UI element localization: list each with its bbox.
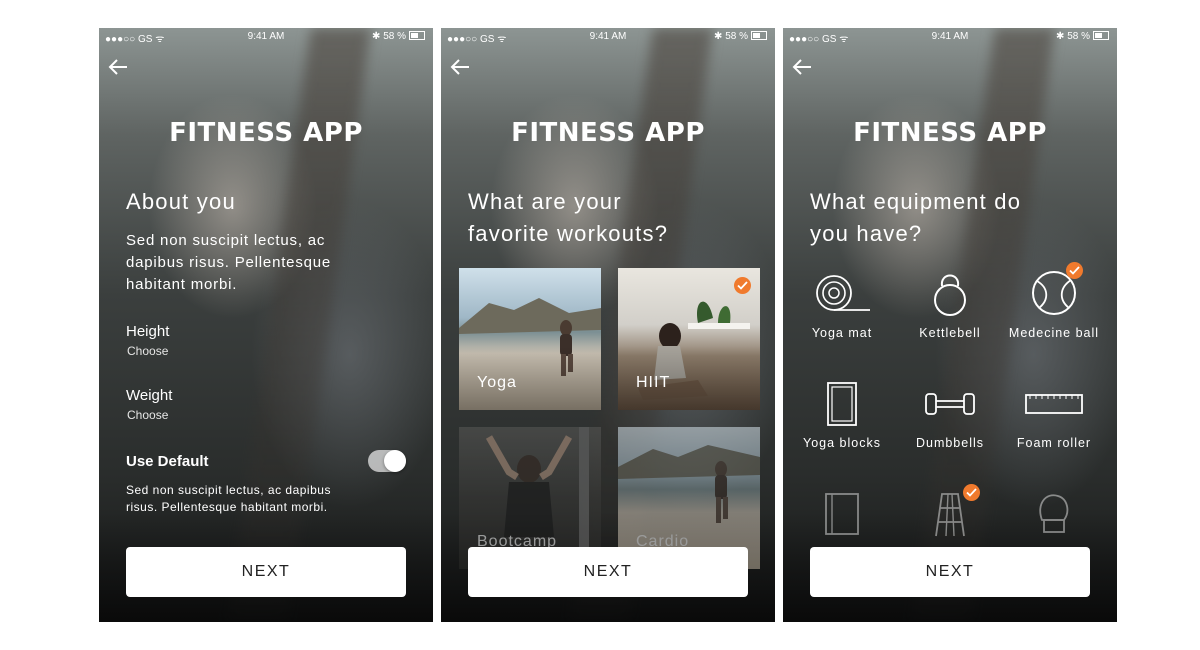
page-description: Sed non suscipit lectus, ac dapibus risu… [126, 232, 332, 293]
foam-roller-icon [1025, 394, 1083, 414]
heading-line-1: What are your [468, 189, 622, 214]
battery-icon [1093, 31, 1109, 40]
equipment-label: Yoga mat [811, 326, 873, 340]
towel-icon [825, 493, 859, 535]
use-default-toggle[interactable] [368, 450, 406, 472]
favorite-workouts-screen: ●●●○○ GS ᯤ 9:41 AM ✱ 58 % FITNESS APP Wh… [441, 28, 775, 622]
battery-percent: 58 % [1067, 31, 1090, 42]
page-heading: What equipment do you have? [810, 186, 1021, 250]
page-heading: About you [126, 189, 236, 214]
equipment-label: Medecine ball [1008, 326, 1100, 340]
selected-check-icon [1066, 262, 1083, 279]
app-title: FITNESS APP [511, 118, 705, 148]
use-default-label: Use Default [126, 453, 209, 470]
heading-line-2: you have? [810, 221, 923, 246]
status-bar: ●●●○○ GS ᯤ 9:41 AM ✱ 58 % [783, 31, 1117, 45]
back-arrow-icon[interactable] [791, 56, 813, 78]
app-title: FITNESS APP [853, 118, 1047, 148]
equipment-boxing-gloves[interactable] [999, 490, 1109, 546]
kettlebell-icon [934, 274, 966, 316]
equipment-yoga-blocks[interactable]: Yoga blocks [787, 380, 897, 450]
workout-label: Yoga [477, 374, 517, 391]
equipment-ladder[interactable] [895, 490, 1005, 546]
yoga-blocks-icon [827, 382, 857, 426]
equipment-foam-roller[interactable]: Foam roller [999, 380, 1109, 450]
equipment-label: Foam roller [1016, 436, 1092, 450]
battery-status: ✱ 58 % [714, 31, 767, 42]
heading-line-2: favorite workouts? [468, 221, 669, 246]
weight-label: Weight [126, 387, 173, 404]
equipment-label: Dumbbells [915, 436, 985, 450]
next-button[interactable]: NEXT [468, 547, 748, 597]
equipment-towel[interactable] [787, 490, 897, 546]
selected-check-icon [963, 484, 980, 501]
equipment-medicine-ball[interactable]: Medecine ball [999, 268, 1109, 340]
heading-line-1: What equipment do [810, 189, 1022, 214]
status-bar: ●●●○○ GS ᯤ 9:41 AM ✱ 58 % [441, 31, 775, 45]
battery-icon [751, 31, 767, 40]
battery-status: ✱ 58 % [1056, 31, 1109, 42]
yoga-mat-icon [816, 275, 870, 311]
status-bar: ●●●○○ GS ᯤ 9:41 AM ✱ 58 % [99, 31, 433, 45]
selected-check-icon [734, 277, 751, 294]
equipment-label: Kettlebell [919, 326, 981, 340]
battery-percent: 58 % [725, 31, 748, 42]
weight-value[interactable]: Choose [127, 408, 168, 422]
page-heading: What are your favorite workouts? [468, 186, 668, 250]
height-value[interactable]: Choose [127, 344, 168, 358]
battery-percent: 58 % [383, 31, 406, 42]
equipment-yoga-mat[interactable]: Yoga mat [787, 268, 897, 340]
back-arrow-icon[interactable] [107, 56, 129, 78]
equipment-kettlebell[interactable]: Kettlebell [895, 268, 1005, 340]
boxing-glove-icon [1039, 494, 1069, 533]
battery-icon [409, 31, 425, 40]
back-arrow-icon[interactable] [449, 56, 471, 78]
equipment-dumbbells[interactable]: Dumbbells [895, 380, 1005, 450]
next-button[interactable]: NEXT [126, 547, 406, 597]
equipment-screen: ●●●○○ GS ᯤ 9:41 AM ✱ 58 % FITNESS APP Wh… [783, 28, 1117, 622]
equipment-label: Yoga blocks [803, 436, 881, 450]
height-label: Height [126, 323, 170, 340]
battery-status: ✱ 58 % [372, 31, 425, 42]
workout-label: HIIT [636, 374, 671, 391]
about-you-screen: ●●●○○ GS ᯤ 9:41 AM ✱ 58 % FITNESS APP Ab… [99, 28, 433, 622]
use-default-description: Sed non suscipit lectus, ac dapibus risu… [126, 483, 331, 514]
app-title: FITNESS APP [169, 118, 363, 148]
dumbbell-icon [925, 393, 975, 415]
next-button[interactable]: NEXT [810, 547, 1090, 597]
workout-tile-yoga[interactable]: Yoga [459, 268, 601, 410]
